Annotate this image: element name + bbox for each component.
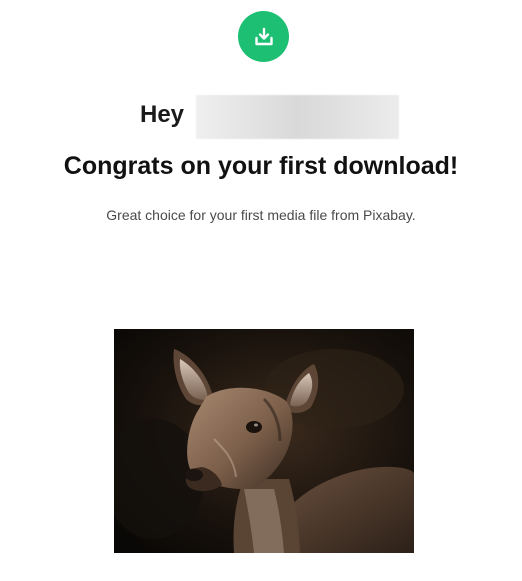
greeting-row: Hey: [0, 95, 522, 139]
greeting-hey: Hey: [140, 101, 185, 128]
redacted-username: [196, 95, 399, 139]
download-icon: [254, 27, 273, 45]
subtitle-text: Great choice for your first media file f…: [106, 207, 416, 223]
deer-illustration: [114, 329, 414, 553]
page-title: Congrats on your first download!: [63, 152, 459, 180]
deer-photo: [114, 329, 414, 553]
email-page: Hey Congrats on your first download! Gre…: [0, 0, 522, 581]
download-badge: [238, 11, 289, 62]
